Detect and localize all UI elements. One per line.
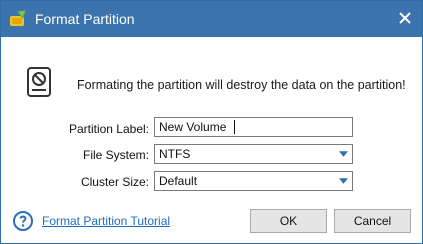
partition-label-value: New Volume: [159, 120, 227, 134]
partition-label-input[interactable]: New Volume: [154, 117, 353, 137]
close-button[interactable]: [394, 7, 416, 29]
chevron-down-icon[interactable]: [334, 145, 352, 163]
app-icon: [9, 9, 29, 29]
partition-label-label: Partition Label:: [68, 122, 149, 136]
help-question-icon[interactable]: [13, 211, 33, 231]
window-title: Format Partition: [35, 11, 135, 27]
tutorial-link[interactable]: Format Partition Tutorial: [42, 214, 170, 228]
warning-message: Formating the partition will destroy the…: [77, 78, 406, 92]
file-system-value: NTFS: [159, 147, 191, 161]
cluster-size-value: Default: [159, 174, 198, 188]
chevron-down-icon[interactable]: [334, 172, 352, 190]
close-icon: [399, 12, 411, 24]
format-partition-dialog: Format Partition Formating the partition…: [0, 0, 423, 244]
title-bar: Format Partition: [1, 1, 422, 37]
file-system-select[interactable]: NTFS: [154, 144, 353, 164]
text-caret: [234, 120, 235, 134]
file-system-label: File System:: [82, 148, 149, 162]
cancel-button[interactable]: Cancel: [334, 209, 411, 233]
drive-prohibited-icon: [27, 67, 51, 97]
cluster-size-label: Cluster Size:: [80, 175, 149, 189]
ok-button[interactable]: OK: [250, 209, 327, 233]
cluster-size-select[interactable]: Default: [154, 171, 353, 191]
